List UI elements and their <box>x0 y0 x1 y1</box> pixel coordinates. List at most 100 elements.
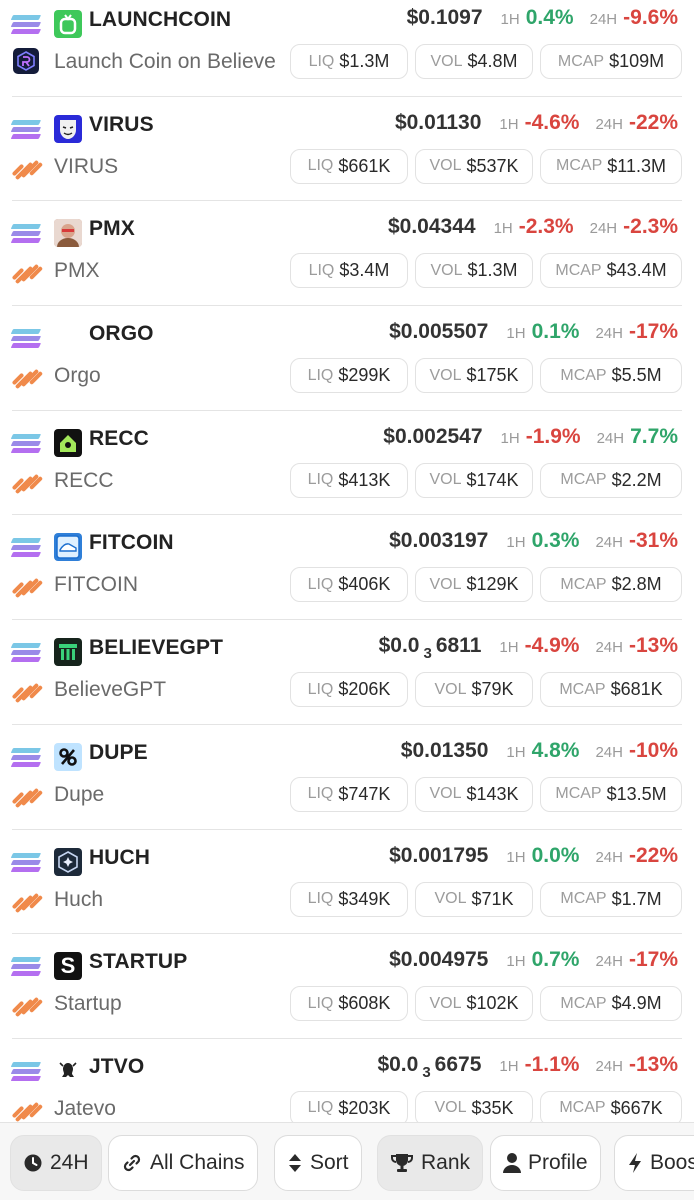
liquidity-label: LIQ <box>307 994 334 1012</box>
price-main: $0.003197 <box>389 529 489 553</box>
label-1h: 1H <box>499 115 519 133</box>
token-row[interactable]: HUCH $0.001795 1H 0.0% 24H -22% Huch LIQ $349K VO… <box>10 830 682 935</box>
chains-button[interactable]: All Chains <box>108 1135 258 1191</box>
bars-icon <box>54 638 82 667</box>
liquidity-label: LIQ <box>307 680 334 698</box>
token-name: Dupe <box>54 782 105 806</box>
liquidity-value: $608K <box>338 993 391 1014</box>
label-24h: 24H <box>595 639 623 657</box>
token-metrics: LIQ $299K VOL $175K MCAP $5.5M <box>290 358 682 394</box>
change-24h: 7.7% <box>630 424 678 448</box>
token-metrics: LIQ $349K VOL $71K MCAP $1.7M <box>290 881 682 917</box>
rank-button[interactable]: Rank <box>377 1135 484 1191</box>
volume-value: $79K <box>471 679 514 700</box>
token-row[interactable]: S STARTUP $0.004975 1H 0.7% 24H -17% Startup LIQ… <box>10 934 682 1039</box>
change-1h: 0.4% <box>525 6 574 29</box>
liquidity-pill: LIQ $406K <box>290 567 408 603</box>
solana-chain-icon <box>10 641 42 663</box>
liquidity-value: $1.3M <box>339 51 390 71</box>
token-row[interactable]: LAUNCHCOIN $0.1097 1H 0.4% 24H -9.6% Launch Co… <box>10 0 682 97</box>
token-stats: $0.0 3 6811 1H -4.9% 24H -13% <box>379 634 678 662</box>
label-1h: 1H <box>506 953 526 971</box>
change-24h: -22% <box>628 110 678 134</box>
liquidity-value: $661K <box>338 155 391 176</box>
volume-value: $175K <box>466 365 519 386</box>
volume-pill: VOL $71K <box>415 881 533 917</box>
liquidity-pill: LIQ $413K <box>290 462 408 498</box>
token-name: FITCOIN <box>54 573 138 597</box>
token-metrics: LIQ $406K VOL $129K MCAP $2.8M <box>290 567 682 603</box>
token-row[interactable]: VIRUS $0.01130 1H -4.6% 24H -22% VIRUS LIQ $661K… <box>10 97 682 202</box>
token-name: PMX <box>54 259 100 283</box>
token-metrics: LIQ $413K VOL $174K MCAP $2.2M <box>290 462 682 498</box>
market-cap-label: MCAP <box>560 471 607 489</box>
label-1h: 1H <box>499 1057 519 1075</box>
volume-value: $1.3M <box>467 260 518 281</box>
price-main: $0.001795 <box>389 843 489 867</box>
volume-pill: VOL $4.8M <box>415 44 533 79</box>
change-1h: 0.0% <box>531 843 580 867</box>
token-price: $0.002547 <box>383 425 482 449</box>
market-cap-pill: MCAP $4.9M <box>540 986 682 1022</box>
liquidity-value: $406K <box>338 574 391 595</box>
shoe-icon <box>54 533 82 562</box>
liquidity-pill: LIQ $349K <box>290 881 408 917</box>
sort-button[interactable]: Sort <box>274 1135 362 1191</box>
change-24h: -10% <box>628 738 678 762</box>
market-cap-label: MCAP <box>560 575 607 593</box>
token-metrics: LIQ $3.4M VOL $1.3M MCAP $43.4M <box>290 253 682 289</box>
price-main: $0.0 <box>378 634 420 658</box>
token-row[interactable]: DUPE $0.01350 1H 4.8% 24H -10% Dupe LIQ $747K VOL… <box>10 725 682 830</box>
token-row[interactable]: BELIEVEGPT $0.0 3 6811 1H -4.9% 24H -13% Believe… <box>10 620 682 725</box>
market-cap-value: $43.4M <box>606 260 667 281</box>
volume-label: VOL <box>429 575 462 593</box>
market-cap-value: $681K <box>610 679 663 700</box>
market-cap-value: $2.2M <box>611 469 662 490</box>
volume-pill: VOL $1.3M <box>415 253 533 289</box>
token-stats: $0.0 3 6675 1H -1.1% 24H -13% <box>377 1053 678 1081</box>
token-row[interactable]: FITCOIN $0.003197 1H 0.3% 24H -31% FITCOIN LIQ $… <box>10 515 682 621</box>
market-cap-pill: MCAP $1.7M <box>540 881 682 917</box>
profile-button[interactable]: Profile <box>490 1135 601 1191</box>
token-symbol: HUCH <box>89 845 151 869</box>
price-main: $0.04344 <box>387 215 476 239</box>
liquidity-pill: LIQ $3.4M <box>290 253 408 289</box>
house-icon <box>54 428 82 457</box>
liquidity-label: LIQ <box>308 261 335 279</box>
volume-label: VOL <box>429 366 462 384</box>
solana-chain-icon <box>10 1060 42 1082</box>
volume-value: $143K <box>466 783 519 804</box>
market-cap-label: MCAP <box>560 994 607 1012</box>
token-row[interactable]: RECC $0.002547 1H -1.9% 24H 7.7% RECC LIQ $413K V… <box>10 411 682 516</box>
liquidity-label: LIQ <box>307 890 334 907</box>
token-stats: $0.002547 1H -1.9% 24H 7.7% <box>383 425 678 449</box>
meteora-icon <box>11 890 44 916</box>
meteora-icon <box>11 471 44 497</box>
change-1h: -2.3% <box>518 215 574 239</box>
letter-s-icon: S <box>54 952 82 981</box>
market-cap-value: $1.7M <box>611 888 662 909</box>
volume-label: VOL <box>429 994 462 1012</box>
market-cap-label: MCAP <box>560 366 607 384</box>
volume-value: $4.8M <box>467 51 518 71</box>
label-24h: 24H <box>595 115 623 133</box>
price-main: $0.004975 <box>389 948 489 972</box>
token-price: $0.003197 <box>389 529 488 553</box>
token-stats: $0.001795 1H 0.0% 24H -22% <box>389 844 678 868</box>
change-24h: -17% <box>628 320 678 344</box>
timeframe-button[interactable]: 24H <box>10 1135 102 1191</box>
price-main: $0.002547 <box>383 424 483 448</box>
mask-icon <box>54 114 82 143</box>
market-cap-label: MCAP <box>555 261 602 279</box>
volume-label: VOL <box>429 785 462 803</box>
boost-button[interactable]: Boost <box>614 1135 694 1191</box>
token-name: Startup <box>54 992 122 1016</box>
raydium-icon <box>12 47 42 74</box>
token-name: Huch <box>54 887 104 911</box>
volume-label: VOL <box>430 52 463 70</box>
token-row[interactable]: PMX $0.04344 1H -2.3% 24H -2.3% PMX LIQ $3.4M VOL… <box>10 201 682 307</box>
token-row[interactable]: ORGO $0.005507 1H 0.1% 24H -17% Orgo LIQ $299K VO… <box>10 306 682 411</box>
token-metrics: LIQ $203K VOL $35K MCAP $667K <box>290 1090 682 1126</box>
volume-value: $71K <box>471 888 514 909</box>
rank-label: Rank <box>421 1151 471 1174</box>
